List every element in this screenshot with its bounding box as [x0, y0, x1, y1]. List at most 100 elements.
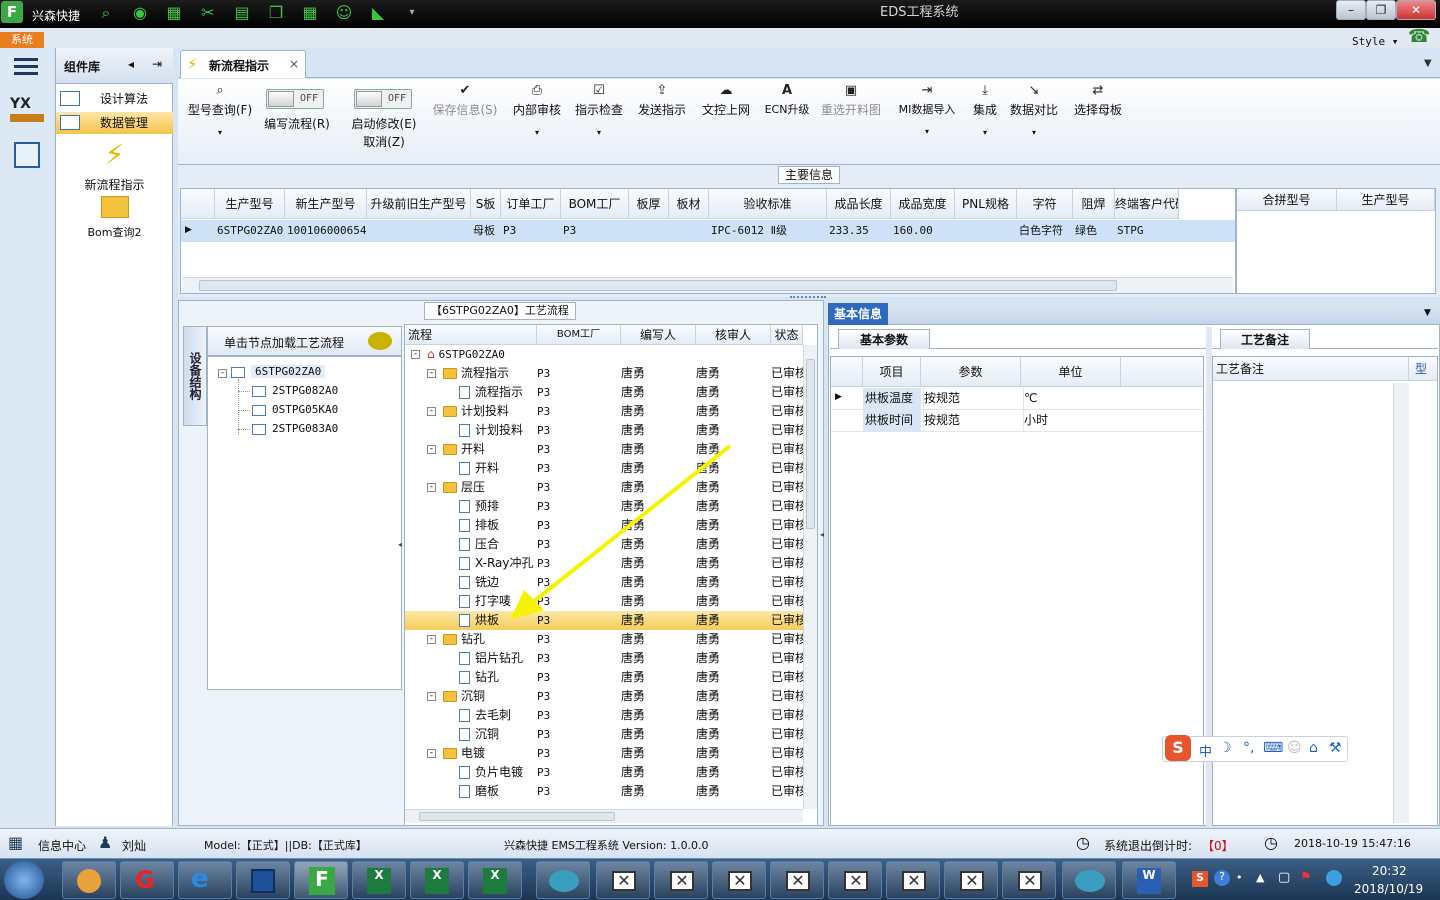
tray-app-icon[interactable]	[1326, 870, 1342, 886]
film-icon[interactable]: ▤	[228, 2, 256, 24]
tab-basic-params[interactable]: 基本参数	[838, 329, 930, 349]
dropdown-icon[interactable]: ▾	[398, 2, 426, 24]
tree-node-child[interactable]: 2STPG082A0	[238, 382, 338, 400]
column-header[interactable]: 成品长度	[827, 189, 891, 219]
cancel-button[interactable]: 取消(Z)	[344, 133, 424, 150]
collapse-icon[interactable]: -	[218, 369, 227, 378]
internal-review-button[interactable]: ⎙ 内部审核 ▾	[510, 83, 564, 137]
enable-edit-toggle[interactable]: OFF	[354, 89, 412, 109]
taskbar-app-x-8[interactable]: ✕	[1002, 861, 1056, 899]
column-header[interactable]: S板	[471, 189, 501, 219]
expand-toggle-icon[interactable]: -	[427, 692, 436, 701]
collapse-right-arrow-icon[interactable]: ◂	[820, 530, 824, 539]
taskbar-app-viewer-2[interactable]	[1062, 861, 1116, 899]
style-dropdown[interactable]: Style ▾	[1352, 35, 1398, 48]
flow-row[interactable]: 磨板 P3 唐勇 唐勇 已审核	[405, 782, 803, 801]
scrollbar-thumb[interactable]	[806, 359, 815, 529]
vertical-scrollbar[interactable]	[803, 345, 817, 809]
flow-row[interactable]: - ⌂ 6STPG02ZA0	[405, 345, 803, 364]
expand-toggle-icon[interactable]: -	[427, 445, 436, 454]
taskbar-app-ie[interactable]: e	[178, 861, 232, 899]
reselect-cutting-button[interactable]: ▣ 重选开料图	[818, 83, 884, 118]
moon-icon[interactable]: ☽	[1219, 740, 1232, 756]
column-header[interactable]: 板厚	[629, 189, 669, 219]
user-icon[interactable]: ☺	[330, 2, 358, 24]
horizontal-scrollbar[interactable]	[405, 809, 803, 823]
column-header[interactable]: 成品宽度	[891, 189, 955, 219]
vertical-scrollbar[interactable]	[1393, 383, 1409, 823]
pin-icon[interactable]: ⇥	[152, 57, 162, 71]
start-button[interactable]	[4, 861, 44, 899]
taskbar-app-x-6[interactable]: ✕	[886, 861, 940, 899]
tree-node-child[interactable]: 2STPG083A0	[238, 420, 338, 438]
column-header[interactable]: BOM工厂	[537, 325, 621, 345]
scrollbar-thumb[interactable]	[419, 812, 615, 821]
tray-expand-icon[interactable]: ▲	[1256, 871, 1264, 884]
menu-icon[interactable]	[14, 56, 38, 76]
info-center[interactable]: 信息中心	[38, 837, 86, 854]
expand-toggle-icon[interactable]: -	[427, 635, 436, 644]
flow-row[interactable]: 沉铜 P3 唐勇 唐勇 已审核	[405, 725, 803, 744]
tree-node-child[interactable]: 0STPG05KA0	[238, 401, 338, 419]
close-button[interactable]: ✕	[1396, 0, 1436, 20]
tray-sogou-icon[interactable]: S	[1192, 871, 1208, 887]
taskbar-app-x-2[interactable]: ✕	[654, 861, 708, 899]
column-header-model[interactable]: 型	[1409, 357, 1437, 381]
column-header[interactable]: 升级前旧生产型号	[367, 189, 471, 219]
taskbar-app-x-3[interactable]: ✕	[712, 861, 766, 899]
select-mother-board-button[interactable]: ⇄ 选择母板	[1072, 83, 1124, 118]
splitter-grip[interactable]	[790, 296, 826, 299]
integrate-button[interactable]: ⤓ 集成 ▾	[968, 83, 1002, 137]
flow-row[interactable]: 流程指示 P3 唐勇 唐勇 已审核	[405, 383, 803, 402]
taskbar-app-x-1[interactable]: ✕	[596, 861, 650, 899]
expand-toggle-icon[interactable]: -	[411, 350, 420, 359]
taskbar-app-x-7[interactable]: ✕	[944, 861, 998, 899]
column-header[interactable]: 验收标准	[709, 189, 827, 219]
column-header[interactable]: 生产型号	[215, 189, 285, 219]
flow-row[interactable]: 去毛刺 P3 唐勇 唐勇 已审核	[405, 706, 803, 725]
flow-row[interactable]: - 计划投料 P3 唐勇 唐勇 已审核	[405, 402, 803, 421]
param-row[interactable]: ▶ 烘板温度 按规范 ℃	[831, 388, 1203, 410]
taskbar-app-excel-2[interactable]: X	[410, 861, 464, 899]
taskbar-app-g[interactable]: G	[120, 861, 174, 899]
column-header[interactable]: 合拼型号	[1237, 189, 1337, 211]
collapse-left-arrow-icon[interactable]: ◂	[398, 540, 402, 549]
user-icon[interactable]: ☺	[1287, 740, 1302, 756]
column-header[interactable]: 流程	[405, 325, 537, 345]
restore-button[interactable]: ❐	[1366, 0, 1396, 20]
column-header[interactable]: 订单工厂	[501, 189, 561, 219]
column-header[interactable]: 编写人	[621, 325, 696, 345]
flow-row[interactable]: 计划投料 P3 唐勇 唐勇 已审核	[405, 421, 803, 440]
ecn-upgrade-button[interactable]: A ECN升级	[762, 83, 812, 117]
column-header[interactable]: 生产型号	[1337, 189, 1435, 211]
taskbar-app-excel-3[interactable]: X	[468, 861, 522, 899]
tray-flag-icon[interactable]: ⚑	[1300, 870, 1312, 885]
column-header[interactable]: 新生产型号	[285, 189, 367, 219]
taskbar-app-shell[interactable]	[62, 861, 116, 899]
tree-node-root[interactable]: - 6STPG02ZA0	[218, 363, 326, 381]
data-compare-button[interactable]: ↘ 数据对比 ▾	[1008, 83, 1060, 137]
expand-toggle-icon[interactable]: -	[427, 369, 436, 378]
minimize-button[interactable]: –	[1336, 0, 1366, 20]
column-header-process-note[interactable]: 工艺备注	[1213, 357, 1409, 381]
ime-language[interactable]: 中	[1199, 741, 1212, 760]
write-flow-toggle[interactable]: OFF	[266, 89, 324, 109]
tab-list-dropdown-icon[interactable]: ▼	[1424, 58, 1432, 69]
expand-toggle-icon[interactable]: -	[427, 407, 436, 416]
column-header[interactable]: 板材	[669, 189, 709, 219]
column-header[interactable]: BOM工厂	[561, 189, 629, 219]
globe-icon[interactable]: ◉	[126, 2, 154, 24]
scrollbar-thumb[interactable]	[199, 280, 1117, 291]
flow-row[interactable]: 铝片钻孔 P3 唐勇 唐勇 已审核	[405, 649, 803, 668]
tile-bom-query[interactable]: Bom查询2	[56, 196, 173, 240]
keyboard-icon[interactable]: ⌨	[1263, 740, 1283, 756]
search-icon[interactable]: ⌕	[92, 2, 120, 24]
wrench-icon[interactable]: ⚒	[1329, 740, 1342, 756]
tray-network-icon[interactable]: ▢	[1278, 870, 1290, 885]
taskbar-app-word[interactable]: W	[1122, 861, 1176, 899]
nav-item-data-management[interactable]: 数据管理	[56, 112, 173, 134]
collapse-left-icon[interactable]: ◂	[128, 57, 134, 71]
flow-row[interactable]: 钻孔 P3 唐勇 唐勇 已审核	[405, 668, 803, 687]
model-query-button[interactable]: ⌕ 型号查询(F) ▾	[184, 83, 256, 137]
column-header[interactable]: 状态	[771, 325, 803, 345]
